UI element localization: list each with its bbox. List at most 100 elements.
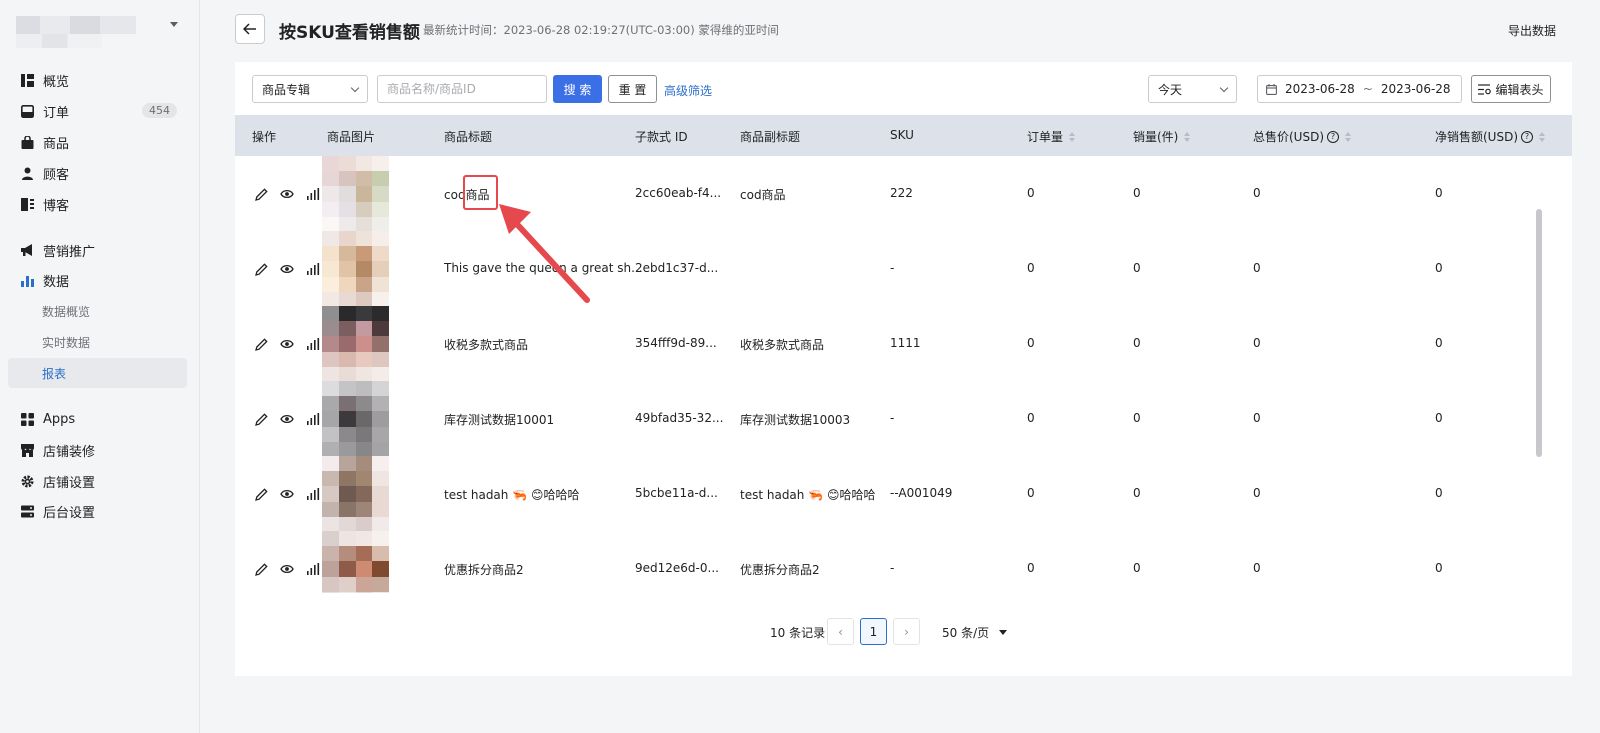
pencil-icon bbox=[254, 412, 268, 426]
product-image bbox=[322, 231, 389, 307]
column-header-sortable[interactable]: 总售价(USD)? bbox=[1253, 128, 1352, 145]
cell-sku: - bbox=[890, 561, 895, 575]
edit-button[interactable] bbox=[248, 335, 274, 353]
advanced-filter-link[interactable]: 高级筛选 bbox=[664, 82, 712, 99]
cell-sku: - bbox=[890, 261, 895, 275]
help-icon[interactable]: ? bbox=[1327, 130, 1340, 143]
cell-net-sales: 0 bbox=[1435, 336, 1443, 350]
vertical-scrollbar[interactable] bbox=[1536, 209, 1542, 457]
date-end: 2023-06-28 bbox=[1380, 82, 1451, 96]
help-icon[interactable]: ? bbox=[1521, 130, 1534, 143]
sidebar-item-label: 店铺装修 bbox=[43, 444, 96, 460]
sidebar-item-store-settings[interactable]: 店铺设置 bbox=[8, 466, 187, 496]
edit-button[interactable] bbox=[248, 560, 274, 578]
next-page-button[interactable]: › bbox=[893, 618, 920, 645]
product-image bbox=[322, 531, 389, 593]
eye-icon bbox=[280, 489, 294, 499]
customers-icon bbox=[20, 166, 34, 180]
sidebar-subitem-data-overview[interactable]: 数据概览 bbox=[8, 296, 187, 326]
edit-button[interactable] bbox=[248, 485, 274, 503]
cell-orders: 0 bbox=[1027, 186, 1035, 200]
date-start: 2023-06-28 bbox=[1285, 82, 1355, 96]
sidebar-item-marketing[interactable]: 营销推广 bbox=[8, 235, 187, 265]
store-switcher[interactable] bbox=[16, 16, 186, 50]
cell-net-sales: 0 bbox=[1435, 261, 1443, 275]
cell-sku: 1111 bbox=[890, 336, 921, 350]
reset-button[interactable]: 重 置 bbox=[608, 75, 657, 103]
edit-button[interactable] bbox=[248, 410, 274, 428]
view-button[interactable] bbox=[274, 485, 300, 503]
cell-net-sales: 0 bbox=[1435, 411, 1443, 425]
view-button[interactable] bbox=[274, 410, 300, 428]
arrow-left-icon bbox=[243, 23, 256, 35]
cell-variant-id: 2cc60eab-f4... bbox=[635, 186, 722, 200]
cell-title: test hadah 🦐 😊哈哈哈 bbox=[444, 488, 580, 502]
sidebar-item-orders[interactable]: 订单 454 bbox=[8, 96, 187, 126]
view-button[interactable] bbox=[274, 335, 300, 353]
store-name-blurred bbox=[16, 16, 136, 34]
eye-icon bbox=[280, 564, 294, 574]
sku-sales-table: 操作 商品图片 商品标题 子款式 ID 商品副标题 SKU 订单量 销量(件) … bbox=[235, 115, 1572, 593]
sidebar-subitem-realtime-data[interactable]: 实时数据 bbox=[8, 327, 187, 357]
view-button[interactable] bbox=[274, 560, 300, 578]
store-design-icon bbox=[20, 443, 34, 457]
product-image bbox=[322, 381, 389, 457]
period-select[interactable]: 今天 bbox=[1148, 75, 1237, 103]
search-button[interactable]: 搜 索 bbox=[553, 75, 602, 103]
collection-select[interactable]: 商品专辑 bbox=[252, 75, 368, 103]
pencil-icon bbox=[254, 337, 268, 351]
page-size-select[interactable]: 50 条/页 bbox=[942, 624, 1008, 641]
cell-sku: - bbox=[890, 411, 895, 425]
sidebar-item-apps[interactable]: Apps bbox=[8, 404, 187, 434]
blog-icon bbox=[20, 197, 34, 211]
cell-gross-sales: 0 bbox=[1253, 186, 1261, 200]
cell-net-sales: 0 bbox=[1435, 186, 1443, 200]
main-content: 按SKU查看销售额 最新统计时间：2023-06-28 02:19:27(UTC… bbox=[200, 0, 1600, 733]
bar-chart-icon bbox=[306, 563, 319, 575]
view-button[interactable] bbox=[274, 185, 300, 203]
table-row: 优惠拆分商品2 9ed12e6d-0... 优惠拆分商品2 - 0 0 0 0 bbox=[235, 531, 1535, 593]
cell-quantity: 0 bbox=[1133, 411, 1141, 425]
row-actions bbox=[248, 185, 326, 203]
cell-gross-sales: 0 bbox=[1253, 261, 1261, 275]
edit-button[interactable] bbox=[248, 260, 274, 278]
prev-page-button[interactable]: ‹ bbox=[827, 618, 854, 645]
edit-columns-button[interactable]: 编辑表头 bbox=[1471, 75, 1551, 103]
view-button[interactable] bbox=[274, 260, 300, 278]
edit-button[interactable] bbox=[248, 185, 274, 203]
date-range-picker[interactable]: 2023-06-28 ~ 2023-06-28 bbox=[1257, 75, 1462, 103]
sidebar-item-store-design[interactable]: 店铺装修 bbox=[8, 435, 187, 465]
row-actions bbox=[248, 485, 326, 503]
pencil-icon bbox=[254, 187, 268, 201]
column-header-sortable[interactable]: 订单量 bbox=[1027, 128, 1076, 145]
annotation-arrow bbox=[499, 204, 590, 303]
sidebar-item-analytics[interactable]: 数据 bbox=[8, 265, 187, 295]
cell-gross-sales: 0 bbox=[1253, 336, 1261, 350]
page-number-button[interactable]: 1 bbox=[860, 618, 887, 645]
sidebar-subitem-reports[interactable]: 报表 bbox=[8, 358, 187, 388]
back-button[interactable] bbox=[235, 14, 265, 44]
column-header-sortable[interactable]: 净销售额(USD)? bbox=[1435, 128, 1546, 145]
sidebar-item-admin-settings[interactable]: 后台设置 bbox=[8, 496, 187, 526]
cell-quantity: 0 bbox=[1133, 561, 1141, 575]
row-actions bbox=[248, 335, 326, 353]
cell-variant-id: 9ed12e6d-0... bbox=[635, 561, 719, 575]
cell-gross-sales: 0 bbox=[1253, 411, 1261, 425]
sort-icon bbox=[1184, 131, 1191, 142]
column-header-sortable[interactable]: 销量(件) bbox=[1133, 128, 1191, 145]
search-input[interactable] bbox=[377, 75, 547, 103]
sidebar-item-customers[interactable]: 顾客 bbox=[8, 158, 187, 188]
export-data-button[interactable]: 导出数据 bbox=[1508, 22, 1556, 39]
cell-subtitle: cod商品 bbox=[740, 188, 786, 202]
sidebar-item-overview[interactable]: 概览 bbox=[8, 65, 187, 95]
cell-variant-id: 354fff9d-89... bbox=[635, 336, 717, 350]
cell-variant-id: 5bcbe11a-d... bbox=[635, 486, 718, 500]
cell-orders: 0 bbox=[1027, 561, 1035, 575]
sidebar-item-products[interactable]: 商品 bbox=[8, 127, 187, 157]
products-icon bbox=[20, 135, 34, 149]
settings-icon bbox=[20, 474, 34, 488]
sidebar-item-blog[interactable]: 博客 bbox=[8, 189, 187, 219]
cell-title: 优惠拆分商品2 bbox=[444, 563, 524, 577]
table-row: This gave the queen a great sh... 2ebd1c… bbox=[235, 231, 1535, 307]
view-button-highlight bbox=[463, 175, 498, 210]
